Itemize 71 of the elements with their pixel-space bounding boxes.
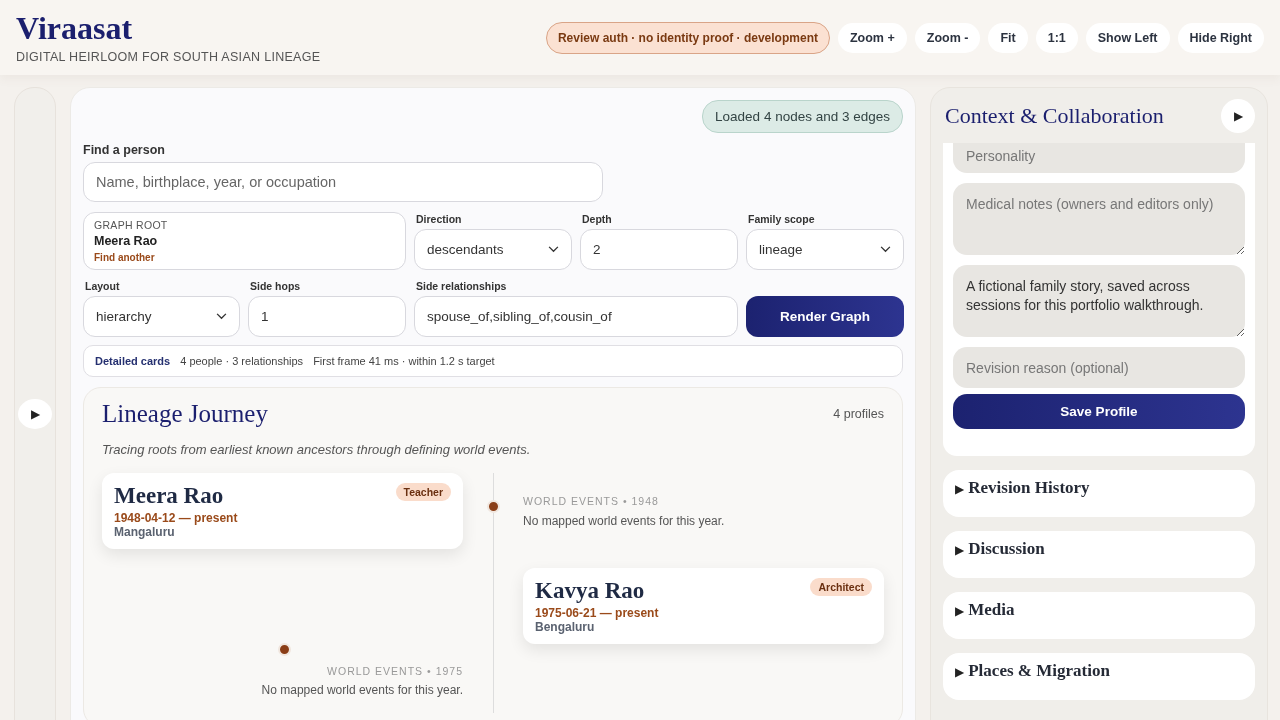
render-graph-button[interactable]: Render Graph [746, 296, 904, 337]
field-label: Side hops [250, 280, 302, 292]
birthplace: Bengaluru [535, 620, 596, 634]
status-badge: Loaded 4 nodes and 3 edges [702, 100, 903, 133]
timeline-dot [278, 643, 291, 656]
life-dates: 1948-04-12 — present [114, 511, 239, 525]
counts-text: 4 people · 3 relationships [180, 355, 304, 367]
section-title: Discussion [968, 539, 1045, 559]
collapsible-section[interactable]: ▶ Media [943, 592, 1255, 639]
event-text: No mapped world events for this year. [523, 514, 726, 528]
event-text: No mapped world events for this year. [260, 683, 463, 697]
chevron-icon [548, 246, 559, 253]
dropdown[interactable]: descendants [414, 229, 572, 270]
event-heading: WORLD EVENTS • 1948 [523, 495, 660, 507]
timing-text: First frame 41 ms · within 1.2 s target [313, 355, 495, 367]
dropdown[interactable]: hierarchy [83, 296, 240, 337]
dropdown[interactable]: lineage [746, 229, 904, 270]
collapsible-section[interactable]: ▶ Revision History [943, 470, 1255, 517]
find-another-link[interactable]: Find another [94, 252, 395, 263]
app-tagline: DIGITAL HEIRLOOM FOR SOUTH ASIAN LINEAGE [16, 49, 321, 64]
collapsible-section[interactable]: ▶ Places & Migration [943, 653, 1255, 700]
toolbar-button[interactable]: Zoom + [837, 22, 907, 53]
save-profile-button[interactable]: Save Profile [953, 394, 1245, 429]
input-field[interactable]: Revision reason (optional) [953, 347, 1245, 388]
section-subtitle: Tracing roots from earliest known ancestors through defining world events. [102, 442, 532, 457]
disclosure-icon: ▶ [955, 604, 965, 618]
field-label: Find a person [83, 143, 166, 157]
field-label: Layout [85, 280, 121, 292]
disclosure-icon: ▶ [955, 665, 965, 679]
event-heading: WORLD EVENTS • 1975 [326, 665, 463, 677]
collapse-button[interactable]: ▶ [1221, 98, 1255, 133]
person-name: Kavya Rao [535, 578, 645, 604]
text-area[interactable]: Medical notes (owners and editors only) [953, 183, 1245, 255]
occupation-tag: Teacher [395, 483, 451, 501]
search-field[interactable]: Name, birthplace, year, or occupation [83, 162, 603, 202]
field-label: Side relationships [416, 280, 508, 292]
field-label: Depth [582, 213, 613, 225]
toolbar-button[interactable]: Show Left [1085, 22, 1170, 53]
input-field[interactable]: spouse_of,sibling_of,cousin_of [414, 296, 738, 337]
panel-title: Context & Collaboration [945, 102, 1164, 129]
input-field[interactable]: 2 [580, 229, 738, 270]
chevron-icon [216, 313, 227, 320]
status-badge: Review auth · no identity proof · development [545, 21, 830, 54]
birthplace: Mangaluru [114, 525, 176, 539]
section-title: Media [968, 600, 1015, 620]
toolbar-button[interactable]: 1:1 [1035, 22, 1078, 53]
field-label: Direction [416, 213, 463, 225]
input-field[interactable]: Personality [953, 143, 1245, 173]
section-title: Places & Migration [968, 661, 1110, 681]
toolbar-button[interactable]: Fit [988, 22, 1028, 53]
section-title: Lineage Journey [102, 400, 268, 428]
expand-button[interactable]: ▶ [18, 398, 52, 429]
disclosure-icon: ▶ [955, 543, 965, 557]
field-label: Family scope [748, 213, 816, 225]
disclosure-icon: ▶ [955, 482, 965, 496]
toolbar-button[interactable]: Hide Right [1177, 22, 1264, 53]
occupation-tag: Architect [810, 578, 872, 596]
person-name: Meera Rao [114, 483, 224, 509]
life-dates: 1975-06-21 — present [535, 606, 660, 620]
profile-count: 4 profiles [833, 407, 884, 421]
chevron-icon [880, 246, 891, 253]
app-logo: Viraasat [16, 11, 134, 44]
root-label: GRAPH ROOT [94, 219, 169, 231]
timeline-dot [487, 500, 500, 513]
text-area[interactable]: A fictional family story, saved across sessions for this portfolio walkthrough. [953, 265, 1245, 337]
root-name: Meera Rao [94, 234, 159, 248]
section-title: Revision History [968, 478, 1090, 498]
collapsible-section[interactable]: ▶ Discussion [943, 531, 1255, 578]
view-mode-label: Detailed cards [95, 355, 171, 367]
toolbar-button[interactable]: Zoom - [914, 22, 981, 53]
input-field[interactable]: 1 [248, 296, 406, 337]
